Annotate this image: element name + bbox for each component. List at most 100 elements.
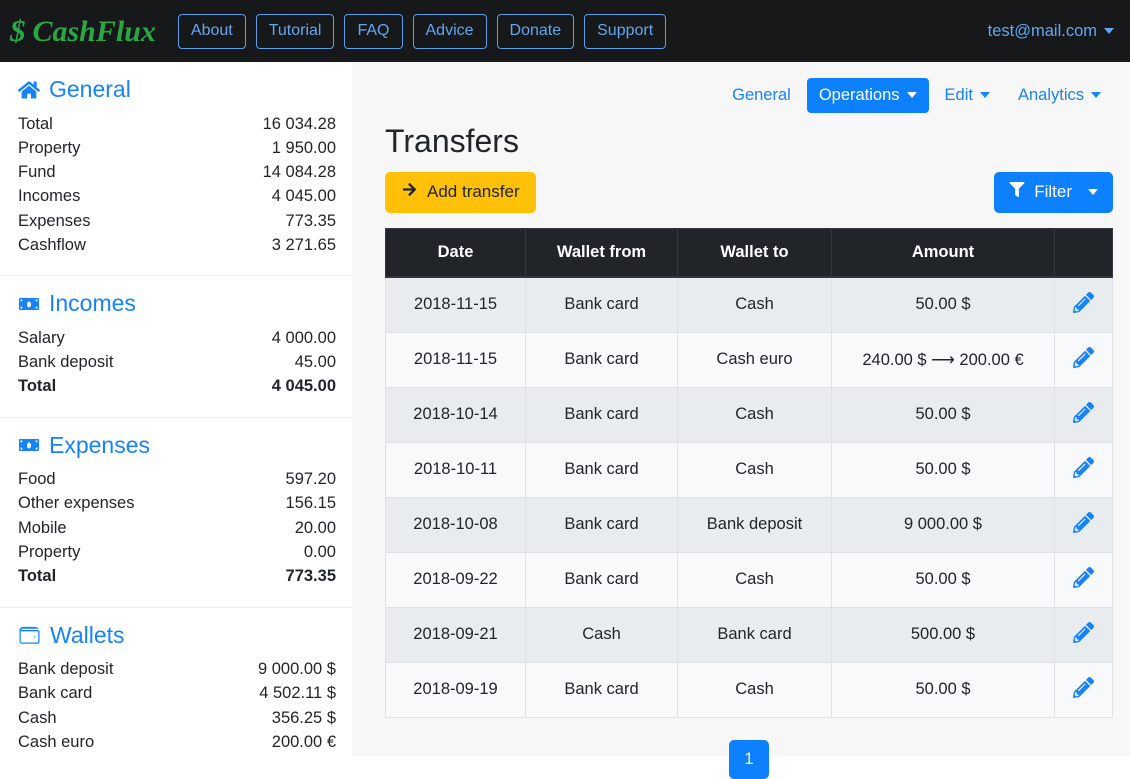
- cell-actions: [1054, 441, 1113, 498]
- filter-label: Filter: [1034, 181, 1072, 201]
- cell-wallet-to: Cash euro: [677, 331, 832, 388]
- section-navigation: General Operations Edit Analytics: [385, 78, 1113, 113]
- table-row: 2018-10-14 Bank card Cash 50.00 $: [385, 386, 1113, 443]
- nav-link-faq[interactable]: FAQ: [344, 13, 403, 49]
- sidebar-panel-incomes: Incomes Salary 4 000.00 Bank deposit 45.…: [0, 276, 352, 418]
- row-value: 156.15: [285, 494, 336, 513]
- row-label: Bank card: [18, 684, 93, 703]
- row-value: 773.35: [285, 567, 336, 586]
- brand-logo[interactable]: $ CashFlux: [10, 15, 156, 47]
- edit-pen-square-icon[interactable]: [1073, 401, 1094, 423]
- panel-title-incomes: Incomes: [18, 290, 336, 318]
- table-body: 2018-11-15 Bank card Cash 50.00 $ 2018-1…: [385, 276, 1113, 718]
- row-label: Salary: [18, 328, 65, 347]
- pagination: 1: [385, 739, 1113, 779]
- table-row: 2018-10-08 Bank card Bank deposit 9 000.…: [385, 496, 1113, 553]
- cell-date: 2018-11-15: [385, 276, 526, 333]
- panel-title-text: Incomes: [49, 290, 136, 317]
- cell-actions: [1054, 386, 1113, 443]
- dollar-sign-icon: $: [10, 13, 26, 48]
- row-label: Cashflow: [18, 235, 86, 254]
- nav-link-support[interactable]: Support: [584, 13, 667, 49]
- general-row-fund: Fund 14 084.28: [18, 160, 336, 184]
- row-value: 4 502.11 $: [259, 684, 336, 703]
- user-menu[interactable]: test@mail.com: [988, 22, 1114, 41]
- nav-link-advice[interactable]: Advice: [412, 13, 487, 49]
- subnav-edit-label: Edit: [944, 86, 973, 104]
- cell-wallet-to: Cash: [677, 661, 832, 718]
- table-header: Date Wallet from Wallet to Amount: [385, 227, 1113, 278]
- column-header-actions: [1054, 227, 1113, 278]
- cell-date: 2018-11-15: [385, 331, 526, 388]
- money-bill-icon: [18, 296, 40, 312]
- cell-wallet-to: Cash: [677, 276, 832, 333]
- subnav-analytics[interactable]: Analytics: [1006, 78, 1113, 113]
- row-label: Total: [18, 377, 57, 396]
- row-label: Total: [18, 114, 53, 133]
- chevron-down-icon: [1104, 28, 1114, 34]
- row-value: 0.00: [303, 542, 336, 561]
- wallets-row-bank-deposit: Bank deposit 9 000.00 $: [18, 657, 336, 681]
- cell-amount: 50.00 $: [831, 276, 1055, 333]
- row-label: Incomes: [18, 187, 81, 206]
- row-value: 3 271.65: [271, 235, 336, 254]
- table-row: 2018-11-15 Bank card Cash euro 240.00 $ …: [385, 331, 1113, 388]
- panel-title-text: Expenses: [49, 431, 151, 458]
- row-label: Bank deposit: [18, 353, 114, 372]
- cell-date: 2018-10-11: [385, 441, 526, 498]
- cell-amount: 50.00 $: [831, 661, 1055, 718]
- subnav-edit[interactable]: Edit: [933, 78, 1002, 113]
- row-value: 773.35: [285, 211, 336, 230]
- edit-pen-square-icon[interactable]: [1073, 621, 1094, 643]
- cell-actions: [1054, 606, 1113, 663]
- edit-pen-square-icon[interactable]: [1073, 676, 1094, 698]
- panel-title-general: General: [18, 76, 336, 104]
- cell-amount: 50.00 $: [831, 386, 1055, 443]
- sidebar-panel-expenses: Expenses Food 597.20 Other expenses 156.…: [0, 417, 352, 608]
- subnav-analytics-label: Analytics: [1017, 86, 1084, 104]
- panel-title-wallets: Wallets: [18, 622, 336, 650]
- wallets-row-bank-card: Bank card 4 502.11 $: [18, 681, 336, 705]
- row-label: Mobile: [18, 518, 67, 537]
- filter-button[interactable]: Filter: [994, 172, 1113, 213]
- panel-title-expenses: Expenses: [18, 432, 336, 460]
- cell-actions: [1054, 331, 1113, 388]
- edit-pen-square-icon[interactable]: [1073, 566, 1094, 588]
- cell-wallet-to: Cash: [677, 551, 832, 608]
- row-value: 4 045.00: [271, 187, 336, 206]
- column-header-wallet-to: Wallet to: [677, 227, 832, 278]
- cell-wallet-to: Bank card: [677, 606, 832, 663]
- navbar-links: About Tutorial FAQ Advice Donate Support: [177, 13, 667, 49]
- cell-wallet-from: Bank card: [525, 386, 678, 443]
- edit-pen-square-icon[interactable]: [1073, 511, 1094, 533]
- subnav-operations[interactable]: Operations: [806, 78, 929, 113]
- general-row-expenses: Expenses 773.35: [18, 209, 336, 233]
- cell-amount: 9 000.00 $: [831, 496, 1055, 553]
- main-content: General Operations Edit Analytics Transf…: [352, 62, 1130, 779]
- cell-amount: 50.00 $: [831, 551, 1055, 608]
- nav-link-about[interactable]: About: [177, 13, 246, 49]
- row-value: 200.00 €: [271, 732, 336, 751]
- cell-date: 2018-09-22: [385, 551, 526, 608]
- wallets-row-cash: Cash 356.25 $: [18, 706, 336, 730]
- subnav-general-label: General: [732, 86, 791, 104]
- sidebar: General Total 16 034.28 Property 1 950.0…: [0, 62, 352, 756]
- edit-pen-square-icon[interactable]: [1073, 291, 1094, 313]
- row-value: 4 045.00: [271, 377, 336, 396]
- cell-amount: 500.00 $: [831, 606, 1055, 663]
- general-row-incomes: Incomes 4 045.00: [18, 184, 336, 208]
- nav-link-donate[interactable]: Donate: [496, 13, 575, 49]
- pagination-page-1[interactable]: 1: [729, 739, 769, 779]
- row-label: Expenses: [18, 211, 91, 230]
- expenses-row-food: Food 597.20: [18, 467, 336, 491]
- nav-link-tutorial[interactable]: Tutorial: [255, 13, 335, 49]
- edit-pen-square-icon[interactable]: [1073, 456, 1094, 478]
- top-navbar: $ CashFlux About Tutorial FAQ Advice Don…: [0, 0, 1130, 62]
- edit-pen-square-icon[interactable]: [1073, 346, 1094, 368]
- subnav-general[interactable]: General: [720, 78, 803, 113]
- row-label: Bank deposit: [18, 660, 114, 679]
- cell-wallet-from: Bank card: [525, 551, 678, 608]
- cell-date: 2018-09-19: [385, 661, 526, 718]
- cell-wallet-from: Bank card: [525, 441, 678, 498]
- add-transfer-button[interactable]: Add transfer: [385, 172, 536, 213]
